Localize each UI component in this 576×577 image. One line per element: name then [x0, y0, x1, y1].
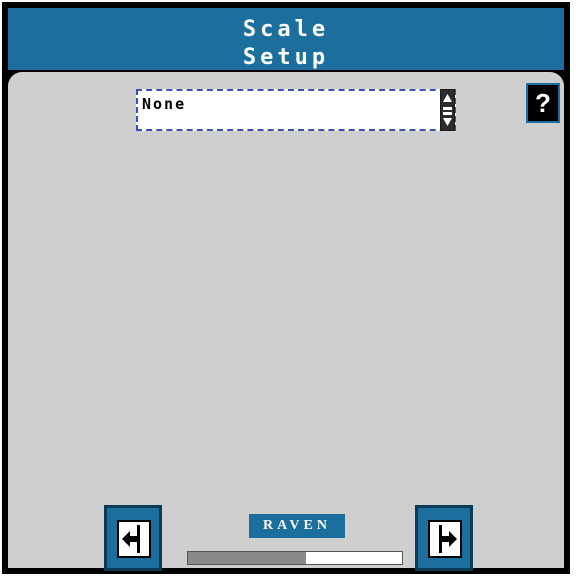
arrow-right-icon	[428, 520, 462, 558]
dropdown-scroll-icon[interactable]	[440, 89, 455, 131]
progress-bar-fill	[188, 552, 306, 564]
back-button[interactable]	[104, 505, 162, 571]
arrow-left-icon	[117, 520, 151, 558]
help-button[interactable]: ?	[526, 83, 560, 123]
content-panel	[8, 72, 564, 568]
page-title-line-1: Scale	[242, 17, 330, 42]
progress-bar	[187, 551, 403, 565]
title-bar: Scale Setup	[8, 8, 564, 70]
raven-logo: RAVEN	[249, 514, 345, 538]
next-button[interactable]	[415, 505, 473, 571]
dropdown-value: None	[142, 95, 187, 113]
scale-select-dropdown[interactable]: None	[136, 89, 456, 131]
page-title-line-2: Setup	[242, 45, 330, 70]
